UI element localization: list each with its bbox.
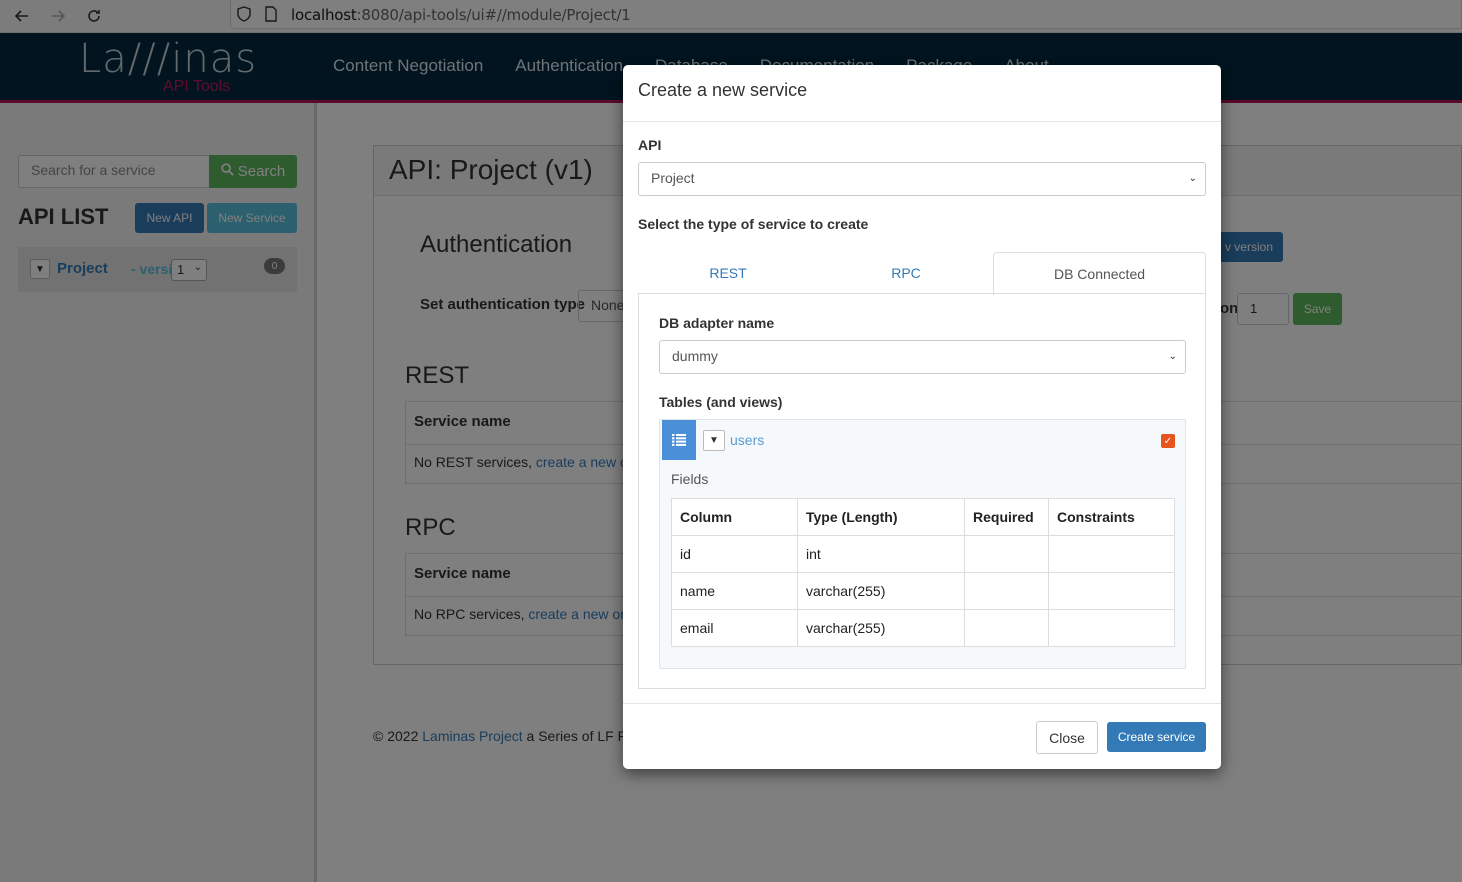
field-constraints (1048, 572, 1175, 610)
column-header-constraints: Constraints (1048, 498, 1175, 536)
field-constraints (1048, 609, 1175, 647)
table-row: name varchar(255) (671, 572, 1175, 610)
field-column: name (671, 572, 798, 610)
create-service-button[interactable]: Create service (1107, 722, 1206, 752)
field-type: int (797, 535, 965, 573)
tab-db-connected[interactable]: DB Connected (993, 252, 1206, 295)
close-button[interactable]: Close (1036, 721, 1098, 754)
field-column: email (671, 609, 798, 647)
column-header-type: Type (Length) (797, 498, 965, 536)
modal-header: Create a new service (623, 65, 1221, 122)
field-column: id (671, 535, 798, 573)
api-label: API (638, 137, 662, 153)
field-constraints (1048, 535, 1175, 573)
table-row: email varchar(255) (671, 609, 1175, 647)
chevron-down-icon: ⌄ (1188, 173, 1197, 184)
field-required (964, 572, 1049, 610)
service-type-label: Select the type of service to create (638, 216, 869, 232)
chevron-down-icon[interactable]: ▼ (703, 430, 725, 451)
table-name: users (730, 432, 765, 448)
table-checkbox[interactable]: ✓ (1161, 434, 1175, 448)
field-type: varchar(255) (797, 609, 965, 647)
chevron-down-icon: ⌄ (1168, 351, 1177, 362)
field-required (964, 535, 1049, 573)
tables-label: Tables (and views) (659, 394, 783, 410)
db-connected-panel: DB adapter name dummy ⌄ Tables (and view… (638, 293, 1206, 689)
modal-title: Create a new service (638, 80, 808, 100)
adapter-select-value: dummy (672, 348, 718, 364)
column-header-required: Required (964, 498, 1049, 536)
field-required (964, 609, 1049, 647)
tab-rpc[interactable]: RPC (818, 252, 994, 294)
fields-label: Fields (671, 471, 709, 487)
api-select-value: Project (651, 170, 695, 186)
fields-table: Column Type (Length) Required Constraint… (671, 498, 1175, 647)
column-header-column: Column (671, 498, 798, 536)
table-item-users: ▼ users ✓ Fields Column Type (Length) Re… (659, 419, 1186, 669)
adapter-select[interactable]: dummy ⌄ (659, 340, 1186, 374)
table-row: id int (671, 535, 1175, 573)
tab-rest[interactable]: REST (638, 252, 818, 294)
list-icon[interactable] (662, 420, 696, 460)
adapter-label: DB adapter name (659, 315, 775, 331)
modal-footer: Close Create service (623, 703, 1221, 769)
api-select[interactable]: Project ⌄ (638, 162, 1206, 196)
fields-table-header: Column Type (Length) Required Constraint… (671, 498, 1175, 536)
field-type: varchar(255) (797, 572, 965, 610)
service-type-tabs: REST RPC DB Connected (638, 252, 1206, 295)
create-service-modal: Create a new service API Project ⌄ Selec… (623, 65, 1221, 769)
